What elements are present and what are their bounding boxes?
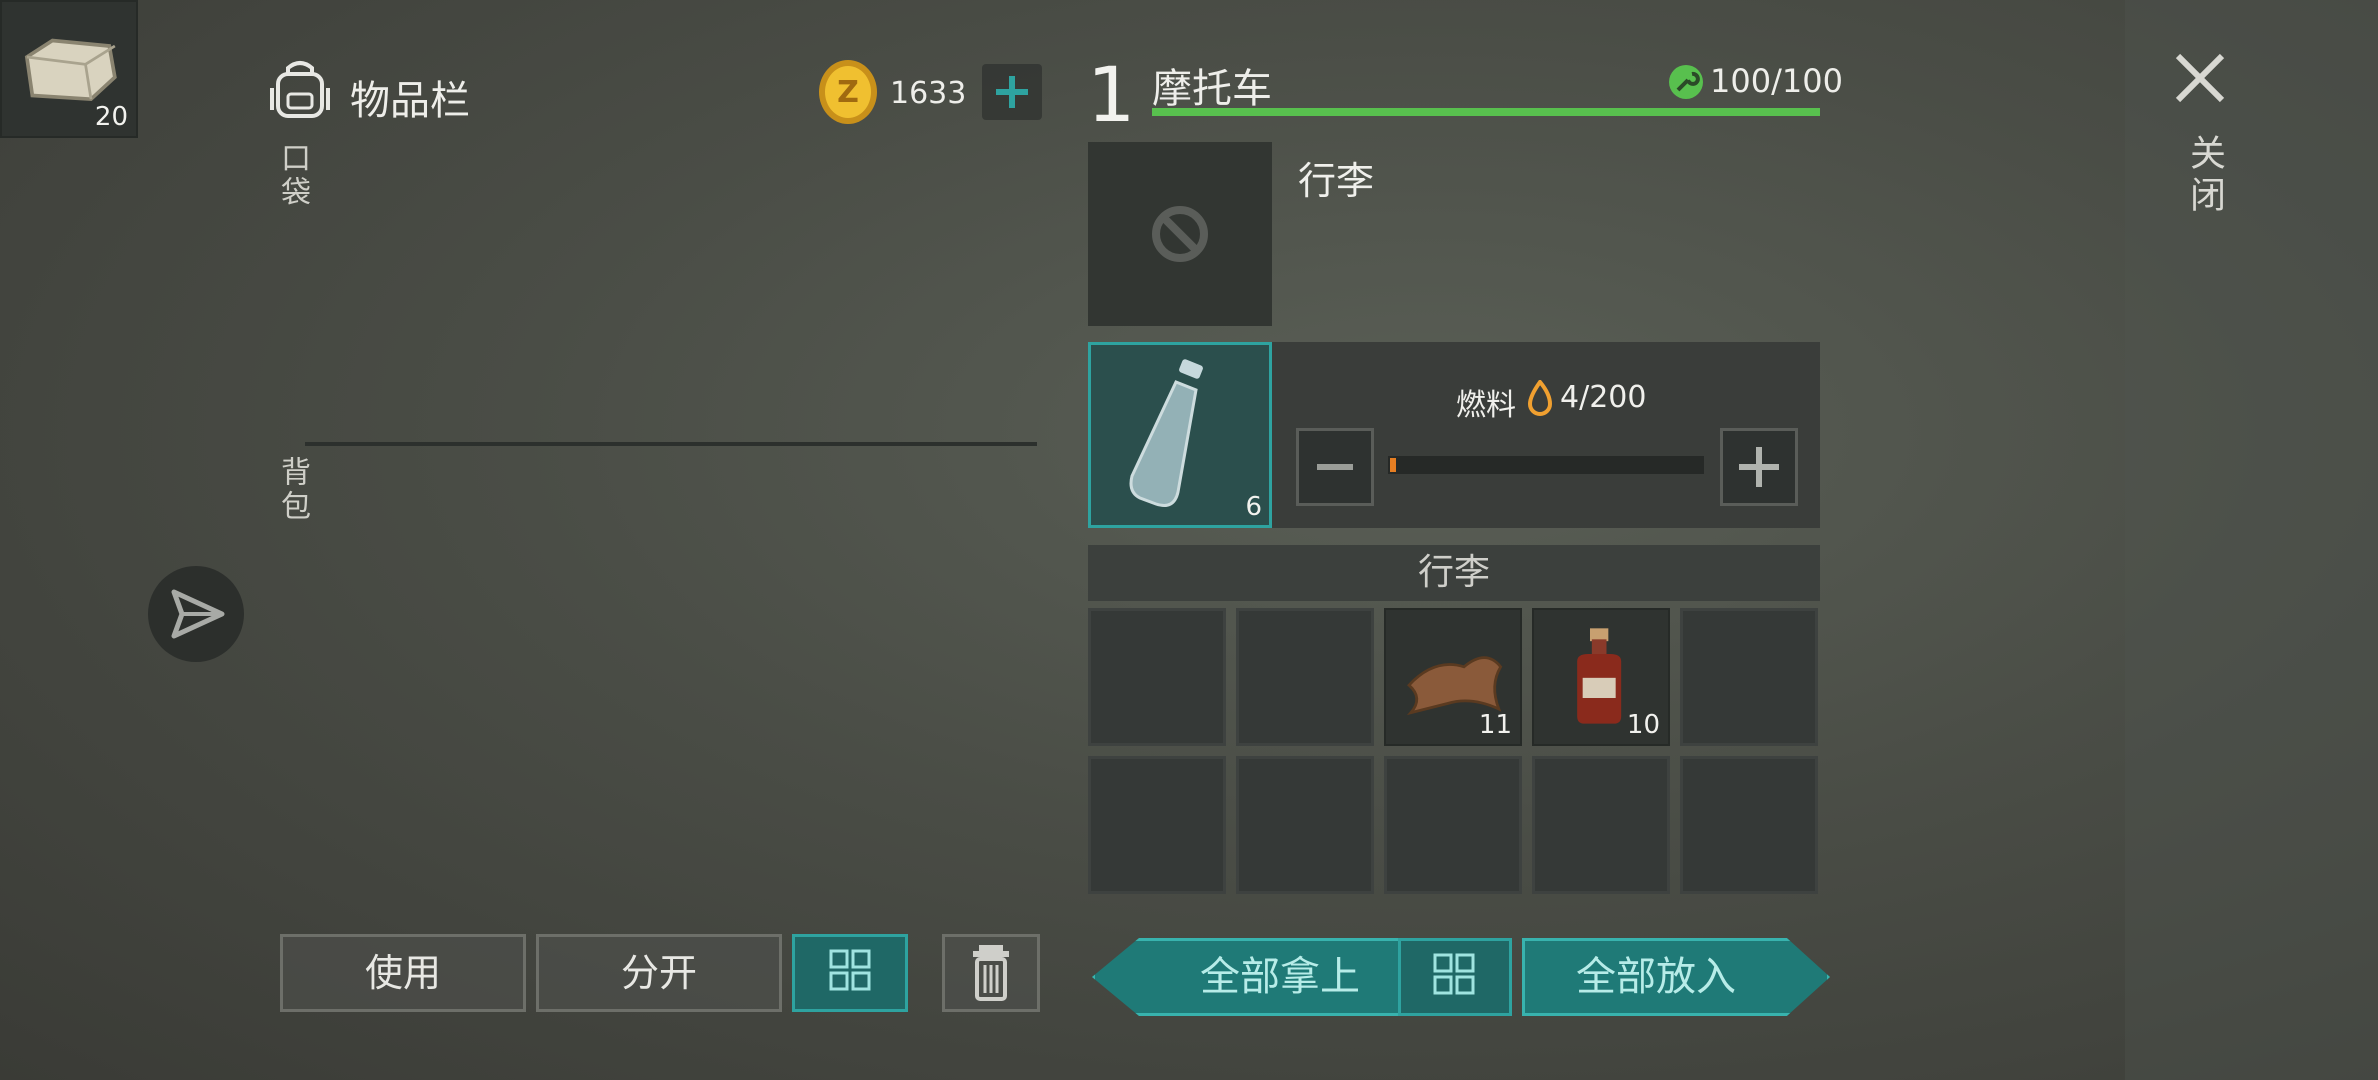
durability-text: 100/100 [1710,62,1843,100]
storage-slot[interactable] [1088,756,1226,894]
fuel-increase-button[interactable] [1720,428,1798,506]
item-quantity: 20 [94,102,128,132]
right-backdrop [2125,0,2378,1080]
grid-divider [305,442,1037,446]
split-button[interactable]: 分开 [536,934,782,1012]
sort-inventory-button[interactable] [792,934,908,1012]
sort-storage-button[interactable] [1398,938,1512,1016]
water-bottle-icon [1129,359,1203,507]
vehicle-name: 摩托车 [1152,66,1272,112]
storage-slot[interactable] [1088,608,1226,746]
item-quantity: 11 [1478,710,1512,740]
storage-slot[interactable] [1384,756,1522,894]
storage-slot[interactable] [1236,608,1374,746]
fuel-slider-track[interactable] [1388,456,1704,474]
add-coins-button[interactable] [982,64,1042,120]
inventory-title: 物品栏 [350,78,470,124]
storage-slot[interactable]: 11 [1384,608,1522,746]
storage-section-title: 行李 [1088,545,1820,601]
coin-icon: Z [819,60,877,124]
item-quantity: 10 [1626,710,1660,740]
plus-icon [1739,447,1779,487]
storage-slot[interactable] [1236,756,1374,894]
luggage-title: 行李 [1298,159,1375,203]
close-label[interactable]: 关闭 [2178,134,2230,218]
fuel-item-slot[interactable]: 6 [1088,342,1272,528]
vehicle-number: 1 [1087,50,1136,139]
fuel-decrease-button[interactable] [1296,428,1374,506]
fuel-value: 4/200 [1560,380,1647,415]
wrench-icon [1669,65,1703,99]
send-button[interactable] [148,566,244,662]
fuel-slider-fill [1390,458,1397,472]
close-icon[interactable] [2170,48,2230,108]
fuel-label: 燃料 [1456,388,1516,423]
storage-slot[interactable] [1680,608,1818,746]
storage-slot[interactable] [1532,756,1670,894]
fuel-item-qty: 6 [1245,492,1262,522]
pocket-label: 口袋 [275,142,310,210]
plus-icon [996,76,1028,108]
grid-icon [1433,953,1475,995]
put-all-button[interactable]: 全部放入 [1522,938,1830,1016]
svg-text:Z: Z [837,75,859,110]
blocked-icon [1152,206,1208,262]
coin-count: 1633 [890,76,967,111]
paper-plane-icon [171,589,225,639]
use-button[interactable]: 使用 [280,934,526,1012]
flame-icon [1527,380,1553,416]
trash-button[interactable] [942,934,1040,1012]
backpack-icon [270,61,330,118]
storage-slot[interactable]: 10 [1532,608,1670,746]
durability-bar [1152,108,1820,116]
storage-slot[interactable] [1680,756,1818,894]
trash-icon [973,945,1009,1001]
take-all-button[interactable]: 全部拿上 [1092,938,1428,1016]
luggage-slot[interactable] [1088,142,1272,326]
undefined-slot[interactable]: 20 [0,0,138,138]
minus-icon [1317,464,1353,470]
grid-icon [829,949,871,991]
backpack-label: 背包 [275,456,310,524]
